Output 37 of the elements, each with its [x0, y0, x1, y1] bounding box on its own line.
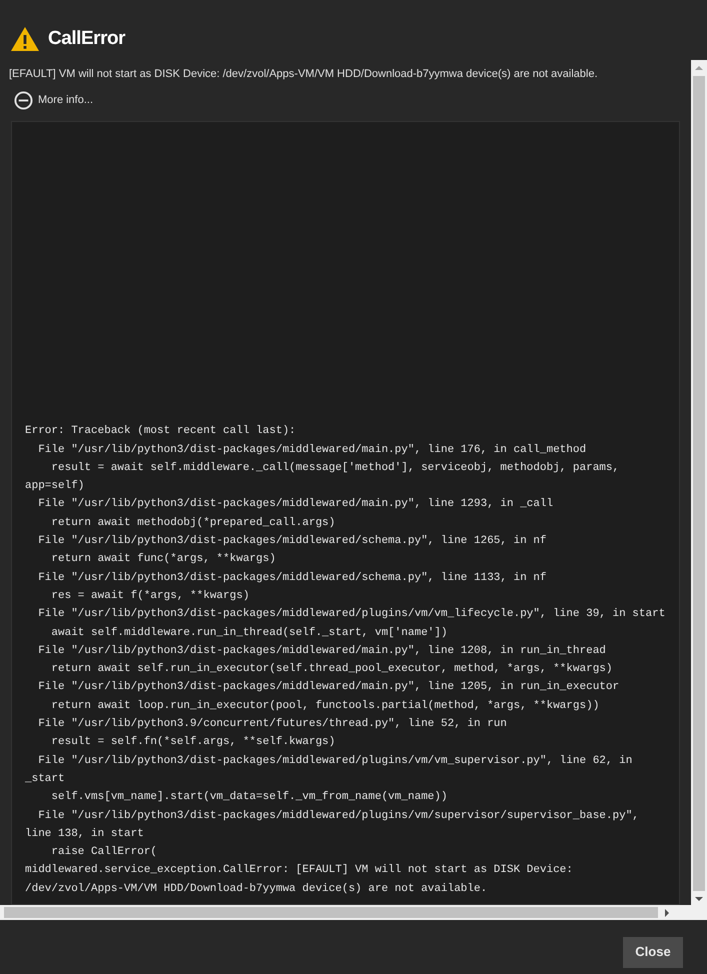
traceback-line: Error: Traceback (most recent call last):: [25, 424, 297, 440]
more-info-toggle[interactable]: More info...: [14, 90, 94, 110]
traceback-line: /dev/zvol/Apps-VM/VM HDD/Download-b7yymwa device(s) are not available.: [25, 882, 488, 897]
traceback-line: await self.middleware.run_in_thread(self._start, vm['name']): [50, 626, 448, 641]
traceback-line: File "/usr/lib/python3.9/concurrent/futures/thread.py", line 52, in run: [37, 717, 508, 732]
traceback-line: File "/usr/lib/python3/dist-packages/middlewared/plugins/vm/vm_supervisor.py", line 62, in: [37, 754, 634, 769]
traceback-line: return await methodobj(*prepared_call.args): [50, 516, 336, 531]
warning-icon: [10, 26, 40, 52]
traceback-line: File "/usr/lib/python3/dist-packages/middlewared/plugins/vm/vm_lifecycle.py", line 39, in start: [37, 607, 666, 622]
scroll-right-icon[interactable]: [663, 908, 671, 916]
traceback-line: File "/usr/lib/python3/dist-packages/middlewared/plugins/vm/supervisor/supervisor_base.py",: [37, 808, 640, 824]
traceback-line: return await loop.run_in_executor(pool, functools.partial(method, *args, **kwargs)): [50, 698, 600, 714]
dialog-title: CallError: [48, 26, 126, 51]
traceback-line: return await func(*args, **kwargs): [50, 552, 277, 568]
horizontal-scrollbar[interactable]: [0, 905, 691, 920]
traceback-line: line 138, in start: [25, 826, 145, 842]
traceback-line: app=self): [25, 479, 86, 494]
traceback-line: File "/usr/lib/python3/dist-packages/middlewared/schema.py", line 1265, in nf: [37, 534, 548, 550]
collapse-icon: [14, 90, 33, 110]
vertical-scrollbar[interactable]: [691, 60, 707, 920]
traceback-line: self.vms[vm_name].start(vm_data=self._vm_from_name(vm_name)): [50, 790, 448, 806]
traceback-line: result = self.fn(*self.args, **self.kwargs): [50, 735, 336, 750]
close-button[interactable]: Close: [623, 936, 683, 968]
traceback-line: File "/usr/lib/python3/dist-packages/middlewared/main.py", line 1293, in _call: [37, 497, 554, 512]
traceback-line: middlewared.service_exception.CallError: [EFAULT] VM will not start as DISK Device:: [25, 863, 574, 878]
traceback-line: res = await f(*args, **kwargs): [50, 588, 250, 604]
scroll-up-icon[interactable]: [695, 64, 703, 72]
scroll-down-icon[interactable]: [695, 895, 703, 903]
traceback-line: File "/usr/lib/python3/dist-packages/middlewared/schema.py", line 1133, in nf: [37, 570, 548, 586]
traceback-line: raise CallError(: [50, 845, 158, 860]
traceback-line: File "/usr/lib/python3/dist-packages/middlewared/main.py", line 1205, in run_in_executor: [37, 680, 620, 696]
error-message: [EFAULT] VM will not start as DISK Device: /dev/zvol/Apps-VM/VM HDD/Download-b7yymwa device(s) are not available.: [8, 67, 598, 82]
traceback-line: _start: [25, 772, 66, 787]
traceback-line: File "/usr/lib/python3/dist-packages/middlewared/main.py", line 1208, in run_in_thread: [37, 644, 607, 659]
traceback-line: result = await self.middleware._call(message['method'], serviceobj, methodobj, params,: [50, 460, 620, 476]
traceback-line: File "/usr/lib/python3/dist-packages/middlewared/main.py", line 176, in call_method: [37, 442, 588, 458]
traceback-line: return await self.run_in_executor(self.thread_pool_executor, method, *args, **kwargs): [50, 662, 614, 678]
